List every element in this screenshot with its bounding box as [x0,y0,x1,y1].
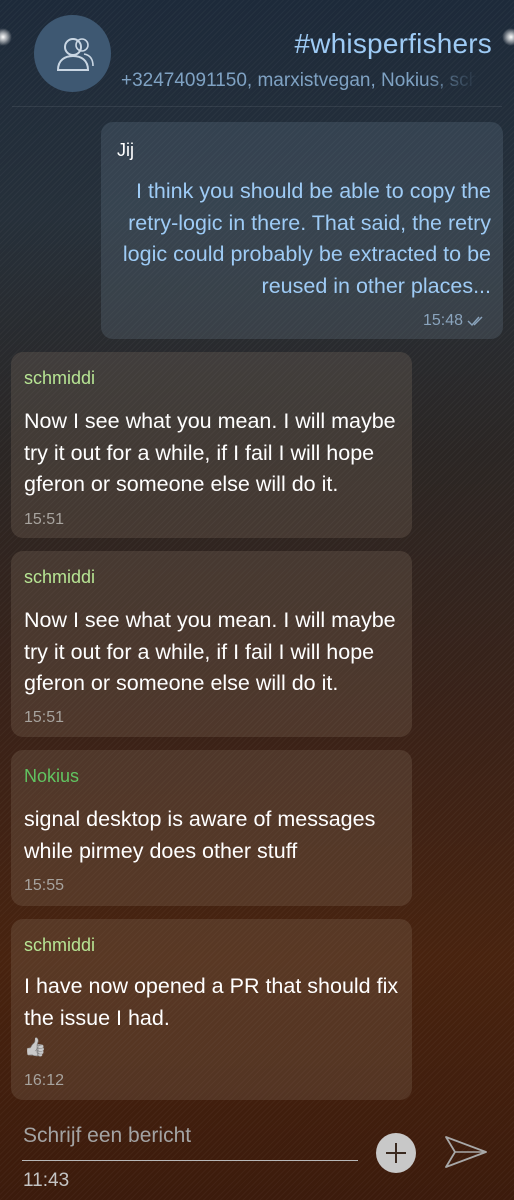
message-sender: Jij [117,140,134,160]
double-check-icon [467,316,483,327]
message-sender: schmiddi [24,567,96,587]
send-icon [445,1136,487,1168]
group-avatar[interactable] [34,15,111,92]
message-text: Now I see what you mean. I will maybe tr… [24,608,396,695]
header-divider [12,106,502,107]
message-sender: schmiddi [24,368,96,388]
thumbs-up-emoji: 👍 [24,1037,47,1058]
message-text: I have now opened a PR that should fix t… [24,974,399,1030]
group-members: +32474091150, marxistvegan, Nokius, schm… [121,70,477,91]
message-bubble-incoming[interactable]: schmiddi Now I see what you mean. I will… [11,551,412,737]
pulley-indicator-left [0,28,12,46]
send-button[interactable] [442,1132,490,1172]
status-time: 11:43 [23,1170,70,1191]
message-sender: schmiddi [24,935,96,955]
message-time: 16:12 [24,1072,65,1089]
message-meta: 15:48 [423,312,487,330]
message-sender: Nokius [24,766,80,786]
message-time: 15:48 [422,312,463,329]
input-underline [22,1160,358,1161]
message-time: 15:51 [24,511,65,528]
message-bubble-incoming[interactable]: Nokius signal desktop is aware of messag… [11,750,412,906]
message-text: Now I see what you mean. I will maybe tr… [24,409,396,496]
message-text: I think you should be able to copy the r… [122,179,491,298]
page-title: #whisperfishers [294,28,492,59]
add-attachment-button[interactable] [376,1133,416,1173]
chat-header[interactable]: #whisperfishers +32474091150, marxistveg… [0,0,514,108]
group-avatar-icon [56,37,94,71]
message-input[interactable]: Schrijf een bericht [23,1124,191,1148]
add-attachment-icon [386,1143,406,1163]
message-bubble-incoming[interactable]: schmiddi Now I see what you mean. I will… [11,352,412,538]
pulley-indicator-right [502,28,514,46]
message-text: signal desktop is aware of messages whil… [24,807,376,863]
message-bubble-outgoing[interactable]: Jij I think you should be able to copy t… [101,122,503,339]
message-bubble-incoming[interactable]: schmiddi I have now opened a PR that sho… [11,919,412,1100]
message-time: 15:55 [24,877,65,894]
message-time: 15:51 [24,709,65,726]
